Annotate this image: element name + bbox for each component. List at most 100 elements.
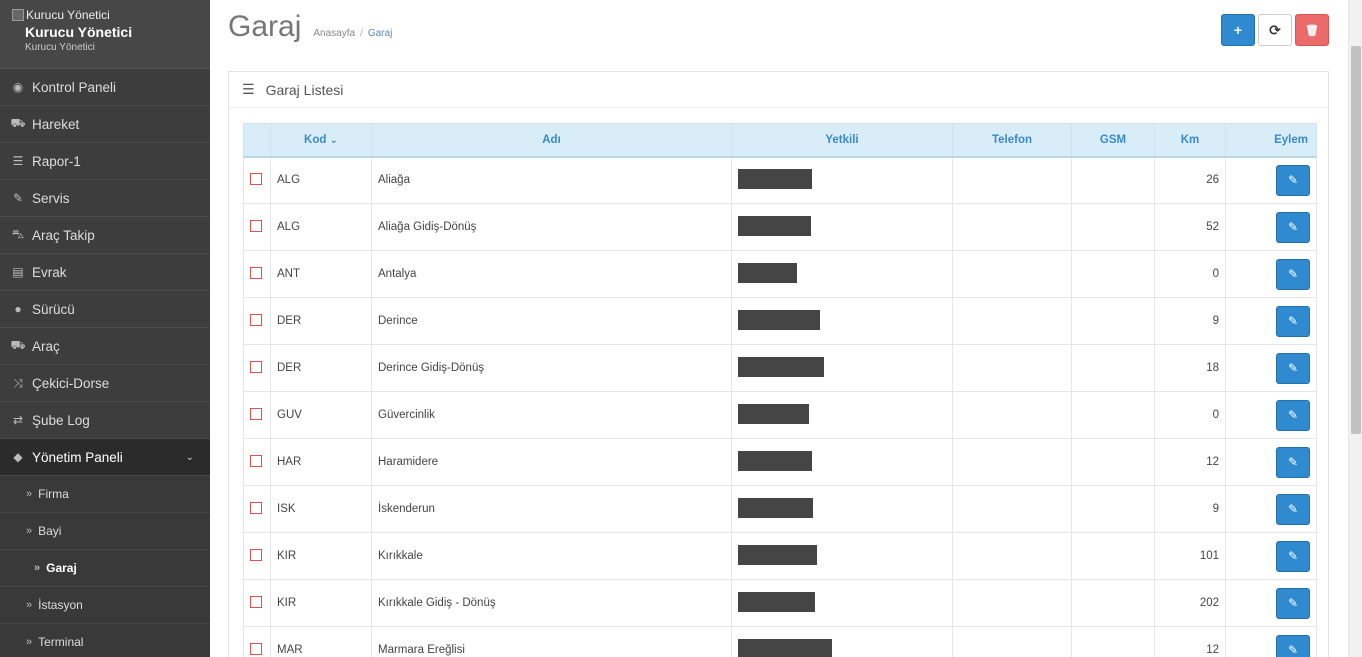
brand-logo[interactable]: Kurucu Yönetici xyxy=(12,8,198,22)
cell-km: 0 xyxy=(1154,391,1226,439)
row-checkbox[interactable] xyxy=(250,172,262,185)
cell-telefon xyxy=(952,250,1072,298)
header-gsm[interactable]: GSM xyxy=(1071,123,1155,158)
sidebar-item--ekici-dorse[interactable]: ⤨ Çekici-Dorse xyxy=(0,365,210,402)
row-checkbox[interactable] xyxy=(250,642,262,655)
edit-button[interactable]: ✎ xyxy=(1276,352,1310,384)
sidebar-item--ube-log[interactable]: ⇄ Şube Log xyxy=(0,402,210,439)
newspaper-icon: ▤ xyxy=(12,265,24,279)
edit-button[interactable]: ✎ xyxy=(1276,164,1310,196)
row-select-cell xyxy=(243,626,271,657)
breadcrumb-current: Garaj xyxy=(367,28,393,39)
row-checkbox[interactable] xyxy=(250,595,262,608)
header-kod[interactable]: Kod ⌄ xyxy=(270,123,372,158)
cell-telefon xyxy=(952,532,1072,580)
cell-kod: HAR xyxy=(270,438,372,486)
cell-adi: Aliağa Gidiş-Dönüş xyxy=(371,203,732,251)
cell-km: 12 xyxy=(1154,438,1226,486)
edit-button[interactable]: ✎ xyxy=(1276,446,1310,478)
header-km[interactable]: Km xyxy=(1154,123,1226,158)
add-button[interactable]: + xyxy=(1221,14,1255,46)
edit-button[interactable]: ✎ xyxy=(1276,634,1310,657)
row-checkbox[interactable] xyxy=(250,219,262,232)
redacted-block xyxy=(738,356,824,377)
page-header: Garaj Anasayfa / Garaj xyxy=(228,10,392,44)
random-icon: ⤨ xyxy=(13,375,23,390)
subnav-item-label: Garaj xyxy=(46,561,77,575)
row-checkbox[interactable] xyxy=(250,360,262,373)
header-kod-label: Kod xyxy=(304,133,327,146)
subnav-item-terminal[interactable]: » Terminal xyxy=(0,624,210,657)
sidebar-item-servis[interactable]: ✎ Servis xyxy=(0,180,210,217)
edit-button[interactable]: ✎ xyxy=(1276,305,1310,337)
table-row: KIR Kırıkkale Gidiş - Dönüş 202 ✎ xyxy=(243,579,1317,627)
cell-eylem: ✎ xyxy=(1225,297,1317,345)
edit-button[interactable]: ✎ xyxy=(1276,399,1310,431)
edit-button[interactable]: ✎ xyxy=(1276,493,1310,525)
cell-km: 202 xyxy=(1154,579,1226,627)
sidebar-item-kontrol-paneli[interactable]: ◉ Kontrol Paneli xyxy=(0,69,210,106)
cell-adi: İskenderun xyxy=(371,485,732,533)
page-scrollbar[interactable] xyxy=(1348,0,1362,657)
row-checkbox[interactable] xyxy=(250,501,262,514)
cell-km: 26 xyxy=(1154,156,1226,204)
row-checkbox[interactable] xyxy=(250,266,262,279)
sidebar-item-hareket[interactable]: ⛟ Hareket xyxy=(0,106,210,143)
cell-eylem: ✎ xyxy=(1225,532,1317,580)
breadcrumb-home[interactable]: Anasayfa xyxy=(313,28,355,39)
sidebar-item-s-r-c-[interactable]: ● Sürücü xyxy=(0,291,210,328)
header-adi[interactable]: Adı xyxy=(371,123,732,158)
subnav-item-i-stasyon[interactable]: » İstasyon xyxy=(0,587,210,624)
subnav-item-garaj[interactable]: » Garaj xyxy=(0,550,210,587)
sidebar-nav: ◉ Kontrol Paneli ⛟ Hareket ☰ Rapor-1 ✎ Servis ⛍ A… xyxy=(0,69,210,476)
table-row: KIR Kırıkkale 101 ✎ xyxy=(243,532,1317,580)
list-icon: ☰ xyxy=(242,81,255,97)
subnav-item-bayi[interactable]: » Bayi xyxy=(0,513,210,550)
sidebar-item-ara-takip[interactable]: ⛍ Araç Takip xyxy=(0,217,210,254)
edit-button[interactable]: ✎ xyxy=(1276,258,1310,290)
delete-button[interactable]: 🗑 xyxy=(1295,14,1329,46)
redacted-block xyxy=(738,450,812,471)
page-title: Garaj xyxy=(228,10,302,43)
cell-telefon xyxy=(952,579,1072,627)
cell-eylem: ✎ xyxy=(1225,391,1317,439)
sidebar-subnav: » Firma » Bayi » Garaj » İstasyon » Terminal xyxy=(0,476,210,657)
broken-image-icon xyxy=(12,9,24,21)
sidebar-item-label: Hareket xyxy=(32,116,80,132)
row-checkbox[interactable] xyxy=(250,454,262,467)
sidebar-item-y-netim-paneli[interactable]: ◆ Yönetim Paneli ⌄ xyxy=(0,439,210,476)
cell-gsm xyxy=(1071,391,1155,439)
sidebar-item-evrak[interactable]: ▤ Evrak xyxy=(0,254,210,291)
double-chevron-right-icon: » xyxy=(34,562,41,574)
table-row: DER Derince Gidiş-Dönüş 18 ✎ xyxy=(243,344,1317,392)
cell-gsm xyxy=(1071,250,1155,298)
refresh-button[interactable]: ⟳ xyxy=(1258,14,1292,46)
header-telefon[interactable]: Telefon xyxy=(952,123,1072,158)
row-checkbox[interactable] xyxy=(250,548,262,561)
cell-gsm xyxy=(1071,156,1155,204)
table-row: ISK İskenderun 9 ✎ xyxy=(243,485,1317,533)
sidebar-item-label: Evrak xyxy=(32,264,67,280)
row-select-cell xyxy=(243,438,271,486)
redacted-block xyxy=(738,309,820,330)
row-checkbox[interactable] xyxy=(250,313,262,326)
brand-name: Kurucu Yönetici xyxy=(25,24,133,40)
sidebar-item-label: Araç Takip xyxy=(32,227,95,243)
cell-gsm xyxy=(1071,438,1155,486)
header-yetkili[interactable]: Yetkili xyxy=(731,123,953,158)
pencil-icon: ✎ xyxy=(1287,361,1299,375)
edit-button[interactable]: ✎ xyxy=(1276,211,1310,243)
subnav-item-label: Bayi xyxy=(38,524,62,538)
wrench-icon: ✎ xyxy=(12,191,24,205)
edit-button[interactable]: ✎ xyxy=(1276,540,1310,572)
subnav-item-firma[interactable]: » Firma xyxy=(0,476,210,513)
list-icon: ☰ xyxy=(12,154,24,168)
row-checkbox[interactable] xyxy=(250,407,262,420)
sidebar-item-rapor-1[interactable]: ☰ Rapor-1 xyxy=(0,143,210,180)
redacted-block xyxy=(738,403,809,424)
cell-km: 52 xyxy=(1154,203,1226,251)
sidebar-item-ara-[interactable]: ⛟ Araç xyxy=(0,328,210,365)
scrollbar-thumb[interactable] xyxy=(1351,46,1361,434)
edit-button[interactable]: ✎ xyxy=(1276,587,1310,619)
brand-area: Kurucu Yönetici Kurucu Yönetici Kurucu Y… xyxy=(0,0,210,69)
